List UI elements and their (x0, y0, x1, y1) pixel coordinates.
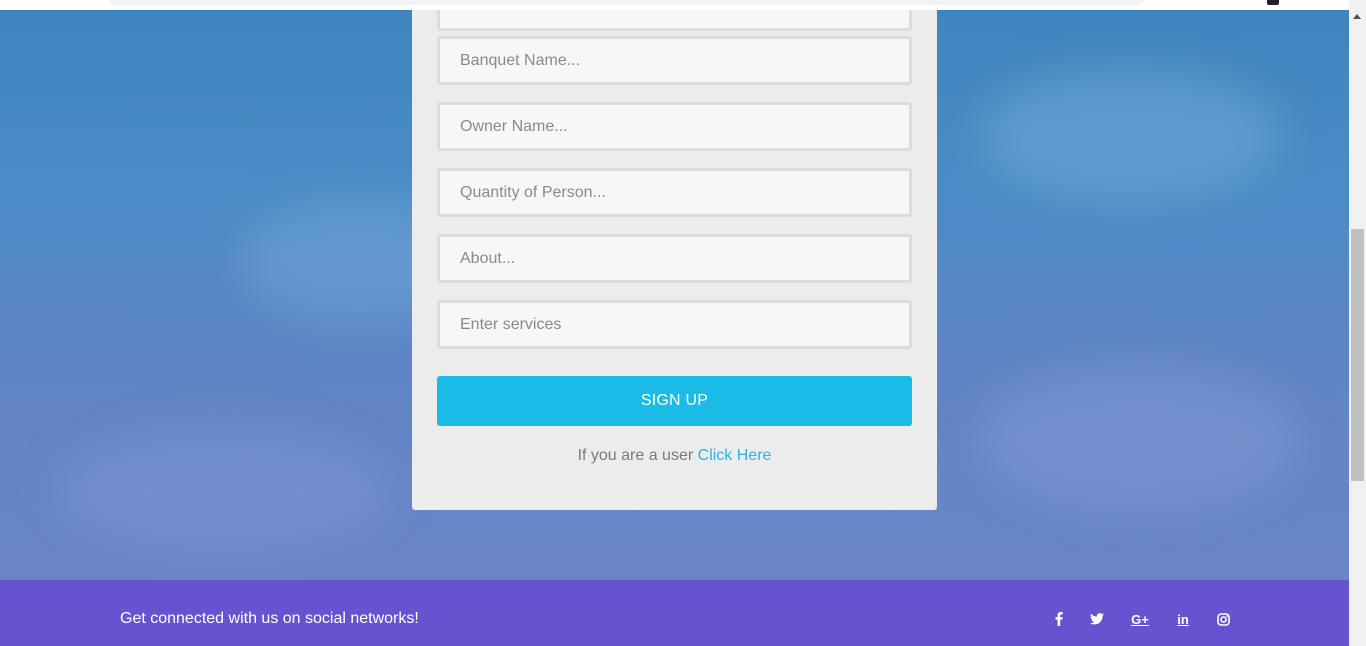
click-here-link[interactable]: Click Here (698, 447, 772, 464)
browser-top-strip (0, 0, 1349, 10)
field-wrapper-banquet-name (437, 36, 912, 85)
field-wrapper-about (437, 234, 912, 283)
sign-up-button[interactable]: SIGN UP (437, 376, 912, 426)
toolbar-mark (1267, 0, 1279, 5)
facebook-icon[interactable] (1052, 610, 1066, 628)
about-input[interactable] (440, 237, 909, 280)
background-cloud (60, 430, 390, 550)
vertical-scrollbar[interactable] (1349, 0, 1366, 646)
user-login-prompt: If you are a user Click Here (412, 447, 937, 465)
field-wrapper-quantity (437, 168, 912, 217)
banquet-name-input[interactable] (440, 39, 909, 82)
field-wrapper-services (437, 300, 912, 349)
instagram-icon[interactable] (1214, 610, 1232, 628)
partially-visible-input[interactable] (440, 10, 909, 28)
footer: Get connected with us on social networks… (0, 580, 1349, 646)
field-wrapper-hidden (437, 10, 912, 31)
login-prompt-text: If you are a user (577, 447, 694, 464)
address-bar-edge (110, 0, 1144, 5)
footer-tagline: Get connected with us on social networks… (120, 610, 419, 627)
google-plus-icon[interactable]: G+ (1129, 610, 1151, 628)
background-cloud (980, 70, 1280, 200)
signup-form-card: SIGN UP If you are a user Click Here (412, 10, 937, 510)
scrollbar-thumb[interactable] (1351, 229, 1364, 481)
scroll-up-arrow-icon[interactable] (1353, 14, 1361, 19)
quantity-of-person-input[interactable] (440, 171, 909, 214)
twitter-icon[interactable] (1088, 610, 1106, 628)
page-background: SIGN UP If you are a user Click Here (0, 10, 1349, 580)
linkedin-icon[interactable]: in (1174, 610, 1192, 628)
field-wrapper-owner-name (437, 102, 912, 151)
services-input[interactable] (440, 303, 909, 346)
owner-name-input[interactable] (440, 105, 909, 148)
background-cloud (980, 370, 1300, 510)
